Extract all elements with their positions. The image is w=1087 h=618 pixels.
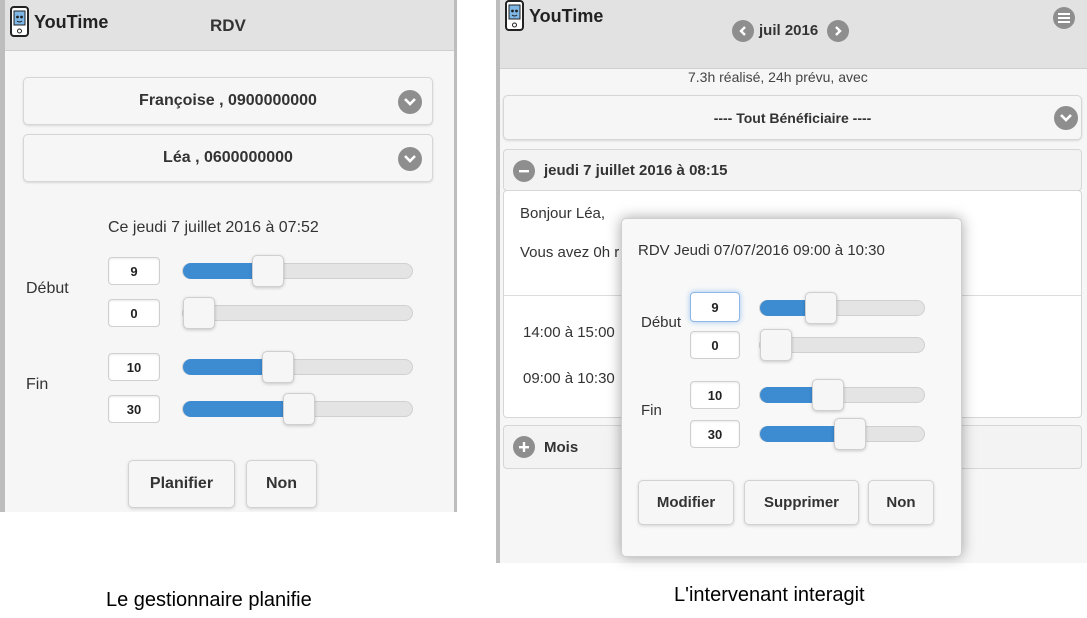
start-hour-slider[interactable] xyxy=(759,292,925,324)
end-hour-slider[interactable] xyxy=(182,351,413,383)
appointment-dialog: RDV Jeudi 07/07/2016 09:00 à 10:30 Début… xyxy=(621,218,962,557)
plan-button[interactable]: Planifier xyxy=(128,460,235,508)
no-button[interactable]: Non xyxy=(868,480,934,525)
slider-handle[interactable] xyxy=(282,393,315,425)
slot-item[interactable]: 14:00 à 15:00 xyxy=(523,324,615,341)
app-header: YouTime RDV xyxy=(5,0,454,51)
slider-handle[interactable] xyxy=(805,292,838,324)
hours-summary: 7.3h réalisé, 24h prévu, avec xyxy=(688,69,868,85)
beneficiary-filter-select[interactable]: ---- Tout Bénéficiaire ---- xyxy=(503,95,1082,140)
expand-icon xyxy=(513,436,535,458)
slider-handle[interactable] xyxy=(760,329,792,361)
start-minute-slider[interactable] xyxy=(182,297,413,329)
end-label: Fin xyxy=(641,402,662,419)
month-section-title: Mois xyxy=(544,439,579,456)
end-hour-input[interactable]: 10 xyxy=(690,381,740,409)
beneficiary-filter-label: ---- Tout Bénéficiaire ---- xyxy=(713,109,872,126)
slider-handle[interactable] xyxy=(812,379,845,411)
chevron-down-icon xyxy=(1054,106,1078,130)
chevron-down-icon xyxy=(398,90,422,114)
start-minute-input[interactable]: 0 xyxy=(690,331,740,359)
beneficiary-select-label: Léa , 0600000000 xyxy=(163,149,293,166)
app-name: YouTime xyxy=(34,11,109,32)
slider-fill xyxy=(183,401,298,417)
month-label: juil 2016 xyxy=(759,22,819,39)
start-hour-input[interactable]: 9 xyxy=(108,257,160,285)
employee-select[interactable]: Françoise , 0900000000 xyxy=(23,77,433,125)
caption-left: Le gestionnaire planifie xyxy=(106,589,312,611)
next-month-button[interactable] xyxy=(827,20,849,42)
caption-right: L'intervenant interagit xyxy=(674,584,865,606)
app-name: YouTime xyxy=(529,5,604,26)
day-section-header[interactable]: jeudi 7 juillet 2016 à 08:15 xyxy=(503,149,1082,191)
end-minute-slider[interactable] xyxy=(182,393,413,425)
end-minute-slider[interactable] xyxy=(759,418,925,450)
slider-handle[interactable] xyxy=(261,351,294,383)
prev-month-button[interactable] xyxy=(732,20,754,42)
delete-button[interactable]: Supprimer xyxy=(744,480,859,525)
end-hour-input[interactable]: 10 xyxy=(108,353,160,381)
phone-mascot-icon xyxy=(10,6,29,37)
start-minute-input[interactable]: 0 xyxy=(108,299,160,327)
manager-screen: YouTime RDV Françoise , 0900000000 Léa ,… xyxy=(0,0,457,512)
hamburger-menu-icon xyxy=(1058,13,1070,23)
greeting-text: Bonjour Léa, xyxy=(520,205,606,222)
start-hour-input[interactable]: 9 xyxy=(690,292,740,322)
modify-button[interactable]: Modifier xyxy=(638,480,734,525)
slider-handle[interactable] xyxy=(252,255,285,287)
slider-handle[interactable] xyxy=(183,297,215,329)
phone-mascot-icon xyxy=(505,0,524,31)
app-logo[interactable]: YouTime xyxy=(9,6,108,38)
slot-item[interactable]: 09:00 à 10:30 xyxy=(523,370,615,387)
end-minute-input[interactable]: 30 xyxy=(108,395,160,423)
chevron-down-icon xyxy=(398,147,422,171)
end-minute-input[interactable]: 30 xyxy=(690,420,740,448)
chevron-left-icon xyxy=(739,26,746,36)
slider-handle[interactable] xyxy=(833,418,866,450)
start-label: Début xyxy=(26,280,69,297)
start-label: Début xyxy=(641,314,682,331)
appointment-date: Ce jeudi 7 juillet 2016 à 07:52 xyxy=(108,219,319,236)
end-hour-slider[interactable] xyxy=(759,379,925,411)
message-text: Vous avez 0h r xyxy=(520,244,620,261)
page-title: RDV xyxy=(210,16,246,35)
end-label: Fin xyxy=(26,376,49,393)
app-logo[interactable]: YouTime xyxy=(504,0,603,32)
beneficiary-select[interactable]: Léa , 0600000000 xyxy=(23,134,433,182)
chevron-right-icon xyxy=(835,26,842,36)
dialog-title: RDV Jeudi 07/07/2016 09:00 à 10:30 xyxy=(638,242,885,259)
start-hour-slider[interactable] xyxy=(182,255,413,287)
employee-select-label: Françoise , 0900000000 xyxy=(139,92,317,109)
no-button[interactable]: Non xyxy=(246,460,317,508)
app-header: YouTime juil 2016 xyxy=(500,0,1087,69)
collapse-icon xyxy=(513,160,535,182)
day-section-title: jeudi 7 juillet 2016 à 08:15 xyxy=(544,162,728,179)
start-minute-slider[interactable] xyxy=(759,329,925,361)
menu-button[interactable] xyxy=(1053,7,1075,29)
